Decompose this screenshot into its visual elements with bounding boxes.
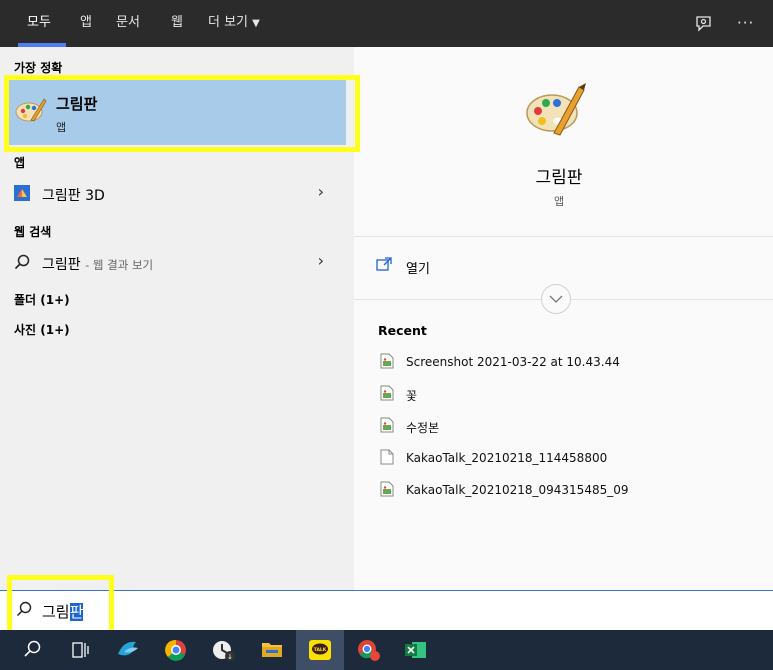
tab-more[interactable]: 더 보기 ▼: [208, 0, 260, 47]
web-query: 그림판: [42, 257, 81, 273]
paint3d-icon: [14, 185, 30, 201]
kakaotalk-icon[interactable]: TALK: [296, 630, 344, 670]
image-file-icon: [380, 353, 394, 369]
image-file-icon: [380, 417, 394, 433]
search-typed-text: 그림: [42, 603, 70, 621]
caret-down-icon: ▼: [252, 18, 260, 29]
clock-app-icon[interactable]: ↓: [200, 630, 248, 670]
taskbar: ↓ TALK: [0, 630, 773, 670]
app-result-label: 그림판 3D: [42, 188, 105, 204]
best-match-paint[interactable]: 그림판 앱: [8, 79, 346, 145]
recent-item-label: 꽃: [406, 389, 418, 403]
feedback-icon[interactable]: [695, 0, 712, 47]
recent-item-label: KakaoTalk_20210218_094315485_09: [406, 483, 629, 497]
task-view-icon[interactable]: [56, 630, 104, 670]
section-folders[interactable]: 폴더 (1+): [14, 291, 70, 308]
section-apps: 앱: [14, 156, 26, 170]
section-web-search: 웹 검색: [14, 225, 52, 239]
detail-pane: 그림판 앱 열기 Recent Screenshot 2021-03-22 at…: [354, 47, 773, 590]
search-icon: [14, 254, 30, 270]
web-suffix: - 웹 결과 보기: [85, 258, 154, 272]
bird-app-icon[interactable]: [104, 630, 152, 670]
web-result[interactable]: 그림판 - 웹 결과 보기 ›: [0, 247, 354, 277]
best-match-title: 그림판: [56, 95, 98, 113]
recent-item-label: KakaoTalk_20210218_114458800: [406, 451, 608, 465]
web-result-label: 그림판 - 웹 결과 보기: [42, 254, 153, 274]
chevron-right-icon[interactable]: ›: [318, 251, 324, 270]
recent-item-label: 수정본: [406, 421, 440, 435]
recent-heading: Recent: [378, 323, 427, 338]
chevron-right-icon[interactable]: ›: [318, 182, 324, 201]
section-photos[interactable]: 사진 (1+): [14, 321, 70, 338]
excel-icon[interactable]: [392, 630, 440, 670]
expand-button[interactable]: [541, 284, 571, 314]
detail-app-type: 앱: [553, 195, 565, 208]
paint-app-large-icon: [526, 83, 586, 136]
open-label: 열기: [406, 262, 430, 277]
tab-all[interactable]: 모두: [27, 0, 51, 47]
chrome-profile-icon[interactable]: [344, 630, 392, 670]
image-file-icon: [380, 385, 394, 401]
search-box[interactable]: 그림판: [0, 590, 773, 630]
search-icon[interactable]: [8, 630, 56, 670]
tab-web[interactable]: 웹: [171, 0, 183, 47]
tab-documents[interactable]: 문서: [116, 0, 140, 47]
open-icon: [376, 257, 392, 271]
search-selected-text: 판: [69, 603, 84, 621]
results-list: 가장 정확 그림판 앱 앱 그림판 3D › 웹 검색 그림판 - 웹 결과 보…: [0, 47, 354, 590]
chevron-down-icon: [549, 295, 563, 303]
search-icon: [16, 601, 32, 617]
app-result-paint3d[interactable]: 그림판 3D ›: [0, 178, 354, 208]
svg-text:TALK: TALK: [314, 647, 327, 653]
detail-app-name: 그림판: [535, 168, 583, 188]
blank-file-icon: [380, 449, 394, 465]
paint-app-icon: [15, 98, 47, 122]
divider: [354, 236, 773, 237]
more-options-icon[interactable]: ···: [737, 0, 754, 47]
file-explorer-icon[interactable]: [248, 630, 296, 670]
search-filter-bar: 모두 앱 문서 웹 더 보기 ▼ ···: [0, 0, 773, 47]
best-match-subtitle: 앱: [56, 121, 67, 134]
chrome-icon[interactable]: [152, 630, 200, 670]
svg-text:↓: ↓: [227, 653, 233, 661]
tab-more-label: 더 보기: [208, 15, 249, 30]
tab-apps[interactable]: 앱: [80, 0, 92, 47]
recent-item-label: Screenshot 2021-03-22 at 10.43.44: [406, 355, 620, 369]
section-best-match: 가장 정확: [14, 61, 63, 75]
image-file-icon: [380, 481, 394, 497]
search-input[interactable]: 그림판: [42, 601, 84, 622]
